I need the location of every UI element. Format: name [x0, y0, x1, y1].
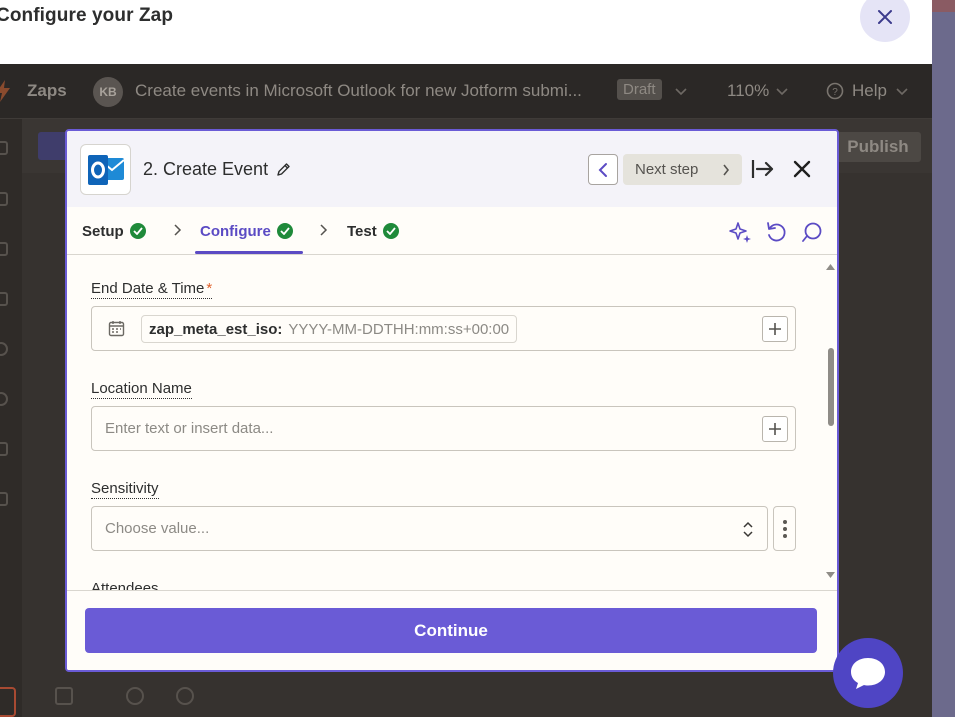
chevron-right-icon: [723, 164, 730, 175]
attendees-label: Attendees: [91, 580, 159, 590]
sidebar-icon[interactable]: [0, 141, 8, 155]
scroll-down-icon[interactable]: [826, 572, 835, 578]
check-circle-icon: [276, 223, 293, 239]
zap-title[interactable]: Create events in Microsoft Outlook for n…: [135, 81, 582, 101]
close-panel-icon[interactable]: [791, 158, 813, 180]
comment-icon[interactable]: [800, 220, 824, 244]
apps-icon[interactable]: [55, 687, 73, 705]
sidebar-icon[interactable]: [0, 192, 8, 206]
continue-button[interactable]: Continue: [85, 608, 817, 653]
chevron-right-icon: [320, 224, 328, 236]
editor-topbar: Zaps KB Create events in Microsoft Outlo…: [0, 64, 932, 119]
sidebar-icon[interactable]: [0, 242, 8, 256]
form-scrollbar[interactable]: [824, 256, 837, 590]
end-datetime-field[interactable]: zap_meta_est_iso: YYYY-MM-DDTHH:mm:ss+00…: [91, 306, 796, 351]
microsoft-outlook-icon: [80, 144, 131, 195]
step-footer: Continue: [67, 590, 837, 670]
dialog-close-button[interactable]: [860, 0, 910, 42]
check-circle-icon: [382, 223, 399, 239]
location-name-label: Location Name: [91, 380, 192, 399]
sensitivity-label: Sensitivity: [91, 480, 159, 499]
tab-test-label: Test: [347, 222, 377, 240]
location-name-placeholder: Enter text or insert data...: [105, 420, 274, 437]
insert-data-button[interactable]: [762, 416, 788, 442]
data-pill[interactable]: zap_meta_est_iso: YYYY-MM-DDTHH:mm:ss+00…: [141, 315, 518, 343]
chevron-down-icon[interactable]: [675, 88, 687, 96]
sidebar-icon[interactable]: [0, 292, 8, 306]
editor-bottom-toolbar: [0, 679, 932, 717]
page-edge: [932, 0, 955, 717]
editor-sidebar: [0, 119, 22, 717]
expand-panel-icon[interactable]: [750, 157, 776, 181]
wrench-icon[interactable]: [126, 687, 144, 705]
more-options-button[interactable]: [773, 506, 796, 551]
zoom-level[interactable]: 110%: [727, 81, 769, 101]
step-header: 2. Create Event Next step: [67, 131, 837, 207]
insert-data-button[interactable]: [762, 316, 788, 342]
next-step-label: Next step: [635, 161, 699, 178]
step-tabs: Setup Configure Test: [67, 207, 837, 255]
check-circle-icon: [129, 223, 146, 239]
previous-step-button[interactable]: [588, 154, 618, 185]
comment-icon[interactable]: [176, 687, 194, 705]
tab-setup-label: Setup: [82, 222, 124, 240]
chevron-left-icon: [598, 162, 607, 177]
data-pill-key: zap_meta_est_iso:: [149, 320, 283, 338]
dialog-header: Configure your Zap: [0, 0, 932, 64]
chat-icon: [851, 658, 885, 689]
step-title: 2. Create Event: [143, 159, 291, 180]
dot: [782, 519, 787, 524]
dot: [782, 533, 787, 538]
dot: [782, 526, 787, 531]
status-badge: Draft: [617, 79, 662, 100]
page-edge-accent: [932, 0, 955, 12]
scroll-thumb[interactable]: [828, 348, 834, 426]
required-marker: *: [206, 280, 213, 297]
step-form: End Date & Time * zap_meta_est_iso: YYYY-…: [67, 256, 837, 590]
help-icon: ?: [826, 82, 844, 100]
sensitivity-placeholder: Choose value...: [105, 520, 210, 537]
location-name-field[interactable]: Enter text or insert data...: [91, 406, 796, 451]
data-pill-value: YYYY-MM-DDTHH:mm:ss+00:00: [288, 320, 510, 338]
publish-button[interactable]: Publish: [835, 132, 921, 162]
active-tab-indicator: [195, 251, 303, 254]
scroll-up-icon[interactable]: [826, 264, 835, 270]
zapier-bolt-icon: [0, 80, 10, 102]
plus-icon: [769, 323, 781, 335]
refresh-icon[interactable]: [764, 220, 788, 244]
chevron-down-icon[interactable]: [776, 88, 788, 96]
sort-chevrons-icon: [743, 521, 753, 538]
plus-icon: [769, 423, 781, 435]
pencil-icon[interactable]: [276, 162, 291, 177]
sidebar-icon[interactable]: [0, 492, 8, 506]
tab-configure-label: Configure: [200, 222, 271, 240]
end-datetime-label-text: End Date & Time: [91, 280, 205, 297]
dialog-title: Configure your Zap: [0, 5, 174, 26]
bolt-icon[interactable]: [90, 687, 108, 705]
ai-sparkle-icon[interactable]: [728, 220, 752, 244]
avatar[interactable]: KB: [93, 77, 123, 107]
help-menu[interactable]: Help: [852, 81, 887, 101]
close-icon: [878, 10, 892, 24]
tab-setup[interactable]: Setup: [82, 207, 146, 255]
chevron-right-icon: [174, 224, 182, 236]
tab-configure[interactable]: Configure: [200, 207, 293, 255]
sidebar-icon[interactable]: [0, 342, 8, 356]
support-chat-button[interactable]: [833, 638, 903, 708]
sidebar-icon[interactable]: [0, 392, 8, 406]
end-datetime-label: End Date & Time *: [91, 280, 213, 299]
step-panel: 2. Create Event Next step Setup Configur…: [65, 129, 839, 672]
zaps-link[interactable]: Zaps: [27, 81, 67, 101]
svg-text:?: ?: [832, 87, 838, 98]
step-title-text: 2. Create Event: [143, 159, 269, 179]
tab-test[interactable]: Test: [347, 207, 399, 255]
back-button[interactable]: [38, 132, 68, 160]
sensitivity-select[interactable]: Choose value...: [91, 506, 768, 551]
calendar-icon: [108, 321, 125, 337]
chevron-down-icon[interactable]: [896, 88, 908, 96]
sidebar-icon[interactable]: [0, 442, 8, 456]
next-step-button[interactable]: Next step: [623, 154, 742, 185]
